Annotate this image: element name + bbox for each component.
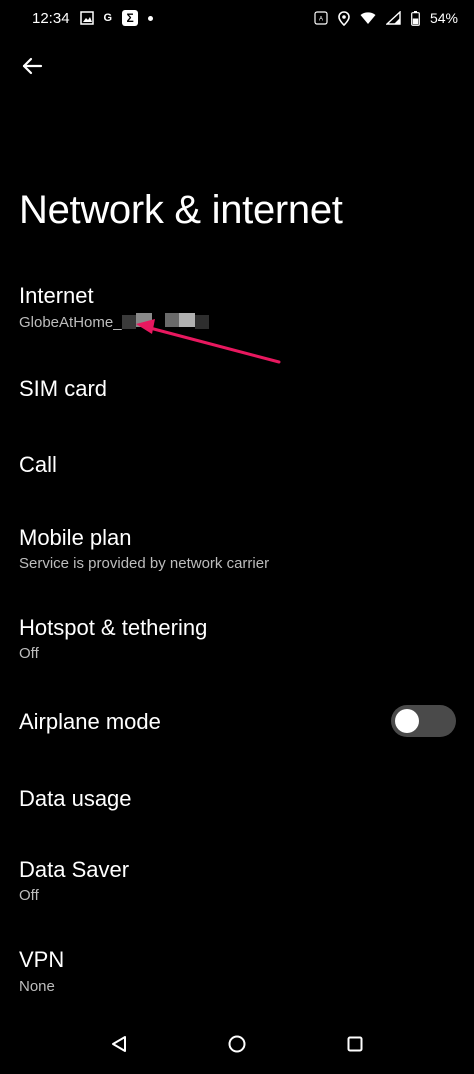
status-left: 12:34 G Σ — [32, 9, 154, 27]
image-icon — [79, 11, 94, 25]
signal-icon — [385, 11, 401, 25]
mobile-plan-title: Mobile plan — [19, 525, 132, 550]
svg-text:A: A — [319, 17, 323, 23]
battery-percent: 54% — [429, 10, 458, 26]
nav-recents-button[interactable] — [335, 1026, 375, 1066]
hotspot-title: Hotspot & tethering — [19, 615, 208, 640]
data-saver-title: Data Saver — [19, 857, 130, 882]
redacted-block — [179, 313, 195, 327]
settings-item-sim-card[interactable]: SIM card — [0, 350, 474, 426]
navigation-bar — [0, 1018, 474, 1074]
sigma-app-icon: Σ — [122, 10, 139, 26]
wifi-icon — [360, 11, 376, 25]
recents-square-icon — [346, 1035, 364, 1058]
mobile-plan-subtitle: Service is provided by network carrier — [19, 555, 270, 572]
sim-card-title: SIM card — [19, 376, 108, 401]
g-icon: G — [103, 12, 113, 24]
auto-brightness-icon: A — [314, 11, 328, 25]
redacted-block — [165, 313, 179, 327]
back-triangle-icon — [110, 1035, 128, 1058]
settings-item-call[interactable]: Call — [0, 426, 474, 502]
toggle-thumb — [395, 709, 419, 733]
battery-icon — [411, 10, 420, 26]
status-right: A 54% — [314, 10, 458, 26]
status-time: 12:34 — [32, 9, 70, 27]
internet-title: Internet — [19, 283, 94, 308]
redacted-block — [195, 315, 209, 329]
data-saver-subtitle: Off — [19, 887, 39, 904]
settings-item-hotspot[interactable]: Hotspot & tethering Off — [0, 602, 474, 682]
data-usage-title: Data usage — [19, 786, 132, 811]
settings-item-data-saver[interactable]: Data Saver Off — [0, 844, 474, 924]
nav-back-button[interactable] — [99, 1026, 139, 1066]
back-button[interactable] — [14, 50, 50, 86]
internet-subtitle: GlobeAtHome_ — [19, 314, 122, 331]
redacted-block — [136, 313, 152, 327]
airplane-mode-title: Airplane mode — [19, 709, 161, 734]
redacted-block — [122, 315, 136, 329]
settings-item-data-usage[interactable]: Data usage — [0, 762, 474, 838]
vpn-title: VPN — [19, 947, 65, 972]
page-title: Network & internet — [19, 188, 343, 232]
screen: 12:34 G Σ A 54% Network & internet Inter… — [0, 0, 474, 1074]
airplane-mode-toggle[interactable] — [391, 705, 456, 737]
location-icon — [338, 10, 350, 26]
arrow-back-icon — [21, 55, 43, 82]
settings-item-vpn[interactable]: VPN None — [0, 934, 474, 1006]
home-circle-icon — [227, 1034, 247, 1059]
nav-home-button[interactable] — [217, 1026, 257, 1066]
status-bar: 12:34 G Σ A 54% — [0, 0, 474, 36]
settings-item-mobile-plan[interactable]: Mobile plan Service is provided by netwo… — [0, 512, 474, 592]
settings-item-internet[interactable]: Internet GlobeAtHome_ — [0, 270, 474, 346]
call-title: Call — [19, 452, 57, 477]
vpn-subtitle: None — [19, 978, 55, 995]
hotspot-subtitle: Off — [19, 645, 39, 662]
dot-icon — [148, 15, 154, 21]
